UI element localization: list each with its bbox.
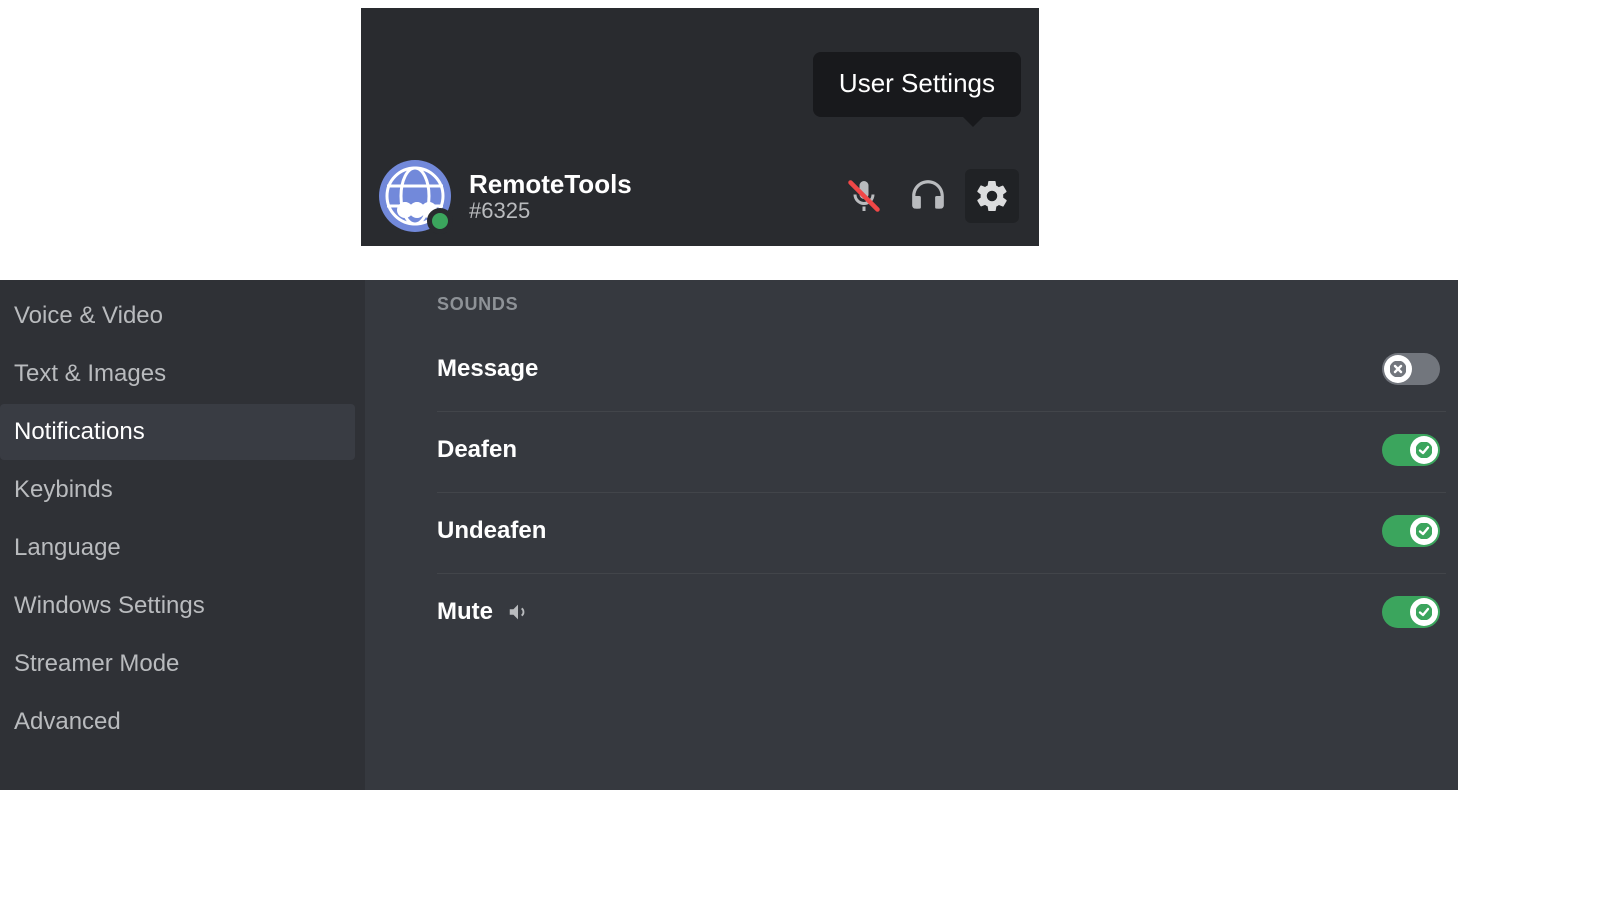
sidebar-item-text-images[interactable]: Text & Images: [0, 346, 355, 402]
sidebar-item-label: Keybinds: [14, 476, 113, 503]
mute-button[interactable]: [837, 169, 891, 223]
toggle-knob-icon: [1384, 355, 1412, 383]
sound-row-message: Message: [437, 331, 1446, 412]
headphones-icon: [909, 177, 947, 215]
toggle-knob-icon: [1410, 517, 1438, 545]
sidebar-item-windows-settings[interactable]: Windows Settings: [0, 578, 355, 634]
sidebar-item-streamer-mode[interactable]: Streamer Mode: [0, 636, 355, 692]
user-info[interactable]: RemoteTools #6325: [469, 170, 837, 223]
user-settings-button[interactable]: [965, 169, 1019, 223]
toggle-undeafen[interactable]: [1382, 515, 1440, 547]
check-icon: [1416, 523, 1432, 539]
settings-content: SOUNDS Message Deafen: [365, 280, 1458, 790]
sidebar-item-keybinds[interactable]: Keybinds: [0, 462, 355, 518]
sidebar-item-notifications[interactable]: Notifications: [0, 404, 355, 460]
settings-window: Voice & Video Text & Images Notification…: [0, 280, 1458, 790]
sound-label: Mute: [437, 598, 493, 626]
volume-icon: [507, 601, 529, 623]
sidebar-item-label: Text & Images: [14, 360, 166, 387]
sidebar-item-voice-video[interactable]: Voice & Video: [0, 288, 355, 344]
user-panel: User Settings: [361, 8, 1039, 246]
toggle-mute[interactable]: [1382, 596, 1440, 628]
sidebar-item-label: Voice & Video: [14, 302, 163, 329]
sound-row-deafen: Deafen: [437, 412, 1446, 493]
tooltip-arrow-icon: [963, 117, 983, 127]
settings-sidebar: Voice & Video Text & Images Notification…: [0, 280, 365, 790]
toggle-knob-icon: [1410, 598, 1438, 626]
user-panel-bar: RemoteTools #6325: [361, 146, 1039, 246]
gear-icon: [974, 178, 1010, 214]
sound-list: Message Deafen: [437, 331, 1458, 654]
sidebar-item-label: Streamer Mode: [14, 650, 179, 677]
sound-label: Undeafen: [437, 517, 546, 545]
sound-label: Message: [437, 355, 538, 383]
toggle-deafen[interactable]: [1382, 434, 1440, 466]
x-icon: [1390, 361, 1406, 377]
sound-label: Deafen: [437, 436, 517, 464]
toggle-knob-icon: [1410, 436, 1438, 464]
sound-row-undeafen: Undeafen: [437, 493, 1446, 574]
sidebar-item-label: Notifications: [14, 418, 145, 445]
sound-row-mute: Mute: [437, 574, 1446, 654]
user-settings-tooltip: User Settings: [813, 52, 1021, 117]
sound-preview-button[interactable]: [507, 601, 529, 623]
avatar[interactable]: [379, 160, 451, 232]
check-icon: [1416, 604, 1432, 620]
deafen-button[interactable]: [901, 169, 955, 223]
toggle-message[interactable]: [1382, 353, 1440, 385]
sidebar-item-label: Windows Settings: [14, 592, 205, 619]
sidebar-item-advanced[interactable]: Advanced: [0, 694, 355, 750]
section-header-sounds: SOUNDS: [437, 294, 1458, 315]
status-online-icon: [427, 208, 453, 234]
sidebar-item-label: Language: [14, 534, 121, 561]
sidebar-item-label: Advanced: [14, 708, 121, 735]
check-icon: [1416, 442, 1432, 458]
discriminator: #6325: [469, 200, 837, 222]
sidebar-item-language[interactable]: Language: [0, 520, 355, 576]
username: RemoteTools: [469, 170, 837, 199]
tooltip-text: User Settings: [839, 68, 995, 98]
microphone-muted-icon: [846, 178, 882, 214]
